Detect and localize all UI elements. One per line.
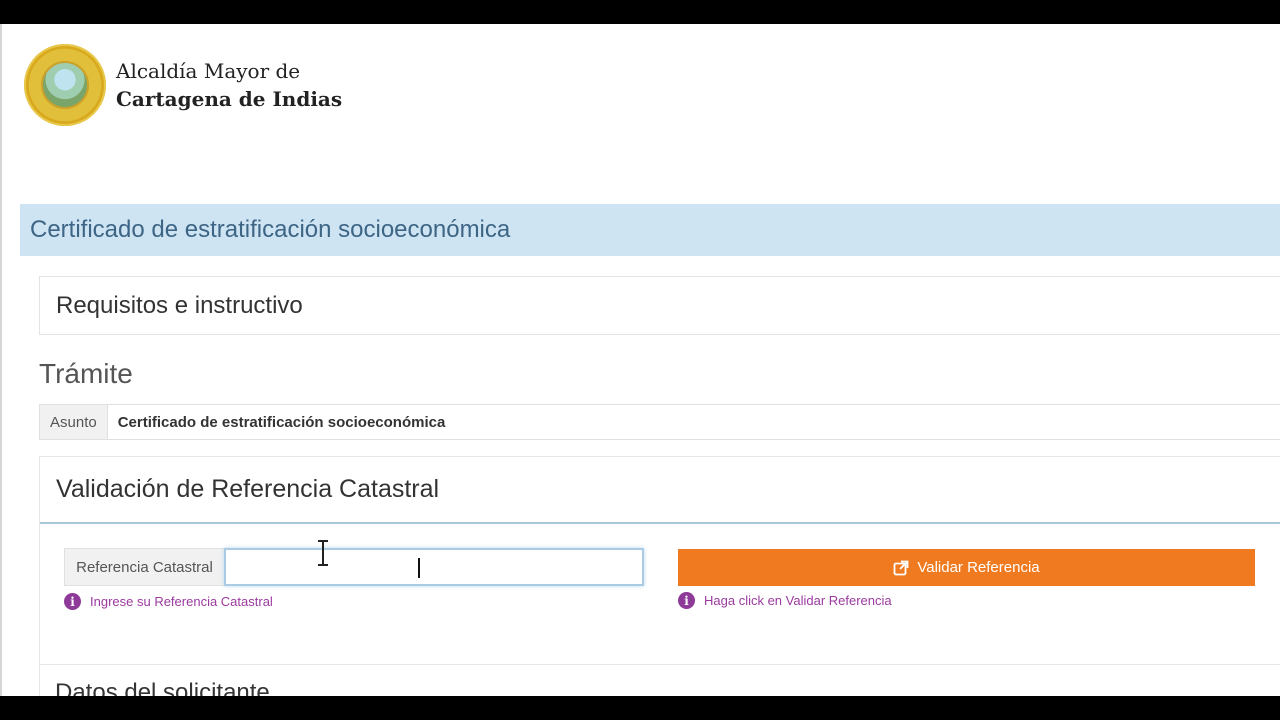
brand-line2: Cartagena de Indias (116, 87, 343, 111)
text-cursor-icon (318, 540, 328, 566)
info-icon: i (64, 593, 81, 610)
text-caret (418, 558, 420, 578)
validation-card: Validación de Referencia Catastral Refer… (39, 456, 1280, 696)
cadastral-reference-help-text: Ingrese su Referencia Catastral (90, 594, 273, 609)
city-seal-icon (24, 44, 106, 126)
validate-reference-help-text: Haga click en Validar Referencia (704, 593, 892, 608)
asunto-label: Asunto (40, 405, 108, 439)
tramite-heading: Trámite (39, 358, 133, 389)
validate-reference-label: Validar Referencia (917, 559, 1040, 576)
requirements-title: Requisitos e instructivo (56, 291, 303, 319)
brand-line1: Alcaldía Mayor de (116, 59, 301, 83)
applicant-section-heading: Datos del solicitante (39, 664, 1280, 696)
validate-reference-button[interactable]: Validar Referencia (678, 549, 1255, 586)
validation-header: Validación de Referencia Catastral (40, 457, 1280, 524)
brand-header[interactable]: Alcaldía Mayor de Cartagena de Indias (24, 44, 342, 126)
page-title: Certificado de estratificación socioecon… (30, 216, 511, 243)
asunto-value: Certificado de estratificación socioecon… (117, 413, 446, 431)
page: Alcaldía Mayor de Cartagena de Indias Ce… (0, 24, 1280, 696)
requirements-panel[interactable]: Requisitos e instructivo (39, 276, 1280, 335)
cadastral-reference-help: i Ingrese su Referencia Catastral (64, 593, 273, 610)
validation-title: Validación de Referencia Catastral (56, 475, 440, 503)
validate-reference-help: i Haga click en Validar Referencia (678, 592, 892, 609)
asunto-row: Asunto Certificado de estratificación so… (39, 404, 1280, 440)
page-title-band: Certificado de estratificación socioecon… (20, 204, 1280, 256)
external-link-icon (893, 560, 909, 575)
cadastral-reference-input[interactable] (224, 548, 644, 586)
cadastral-reference-label: Referencia Catastral (64, 548, 224, 586)
info-icon: i (678, 592, 695, 609)
cadastral-reference-group: Referencia Catastral (64, 548, 644, 586)
